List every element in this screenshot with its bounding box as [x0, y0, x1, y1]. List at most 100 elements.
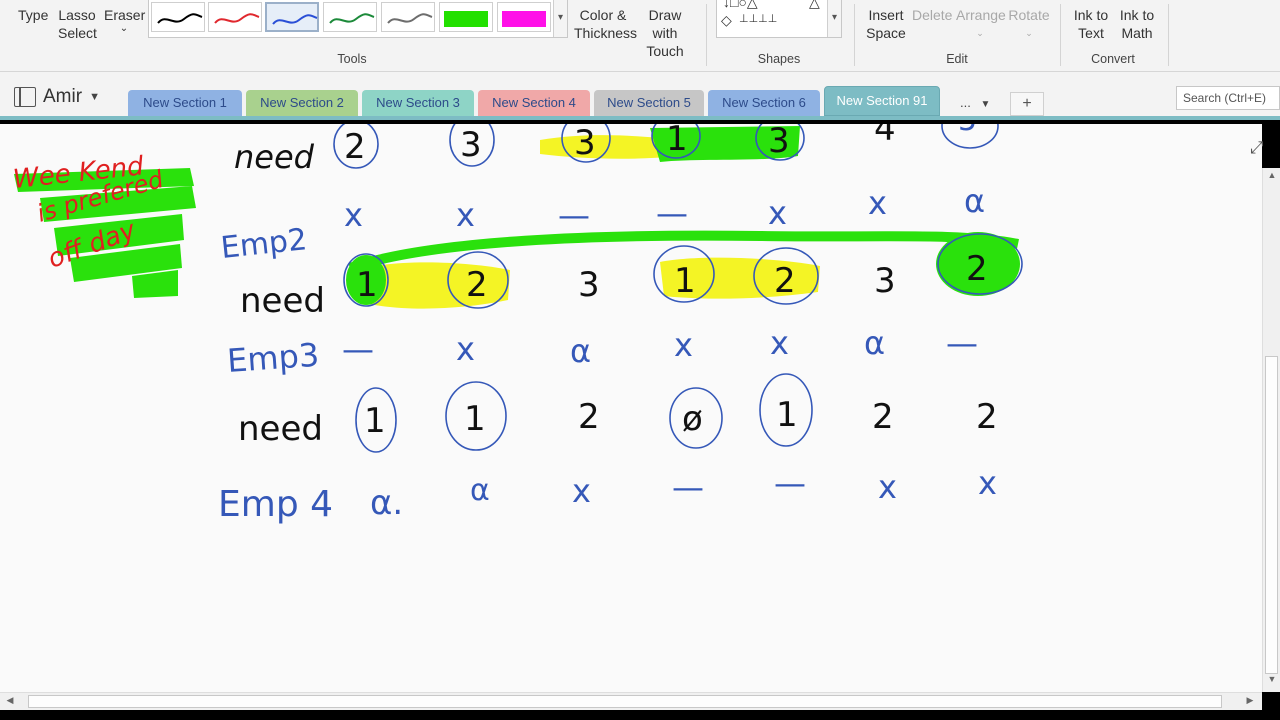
axis-shape-icon[interactable]: ⊥⊥⊥⊥: [739, 12, 777, 25]
svg-text:3: 3: [578, 265, 600, 305]
expand-icon[interactable]: ⤢: [1250, 138, 1264, 158]
insert-space-button[interactable]: Insert Space: [866, 6, 906, 42]
more-sections-button[interactable]: ... ▼: [950, 92, 996, 116]
tools-group-label: Tools: [337, 52, 367, 66]
page-canvas[interactable]: Wee Kend is prefered off day need 2 3 3 …: [0, 124, 1262, 692]
arrange-button[interactable]: Arrange ⌄: [956, 6, 1006, 42]
arrange-label: Arrange: [956, 7, 1006, 23]
vertical-scroll-thumb[interactable]: [1265, 356, 1278, 674]
chevron-down-icon: ▾: [557, 12, 564, 23]
svg-text:α: α: [864, 324, 885, 362]
ink-to-math-button[interactable]: Ink to Math: [1116, 6, 1158, 42]
scroll-down-icon[interactable]: ▼: [1264, 674, 1280, 684]
horizontal-scroll-thumb[interactable]: [28, 695, 1222, 708]
tab-new-section-4[interactable]: New Section 4: [478, 90, 590, 116]
shapes-gallery: ↓□○△ ◇ ⊥⊥⊥⊥ △ ▾: [716, 0, 842, 38]
tab-new-section-1[interactable]: New Section 1: [128, 90, 242, 116]
type-button[interactable]: Type: [18, 6, 48, 24]
lasso-label-2: Select: [58, 25, 97, 41]
svg-text:—: —: [558, 196, 590, 234]
tab-new-section-91[interactable]: New Section 91: [824, 86, 940, 116]
ribbon: Type Lasso Select Eraser ⌄ ▾ Color & Thi…: [0, 0, 1280, 72]
triangle-shape-icon[interactable]: △: [809, 0, 820, 11]
svg-text:x: x: [456, 196, 475, 234]
row-label-need-3: need: [238, 409, 323, 449]
chevron-down-icon: ⌄: [119, 23, 129, 34]
convert-group-label: Convert: [1091, 52, 1135, 66]
search-input[interactable]: Search (Ctrl+E): [1176, 86, 1280, 110]
lasso-label: Lasso: [58, 7, 96, 23]
svg-text:1: 1: [666, 124, 688, 159]
type-label: Type: [18, 7, 49, 23]
svg-text:—: —: [946, 324, 978, 362]
svg-text:x: x: [978, 464, 997, 502]
svg-text:3: 3: [768, 124, 790, 161]
notebook-icon: [14, 87, 36, 107]
draw-touch-label: Draw with: [648, 7, 682, 41]
green-highlight-note-5: [132, 270, 178, 298]
svg-text:1: 1: [356, 265, 378, 305]
insert-space-label: Insert: [868, 7, 904, 23]
tab-new-section-5[interactable]: New Section 5: [594, 90, 704, 116]
edit-group-label: Edit: [946, 52, 968, 66]
svg-text:—: —: [656, 194, 688, 232]
svg-text:α: α: [570, 332, 591, 370]
scroll-up-icon[interactable]: ▲: [1264, 170, 1280, 180]
pen-blue[interactable]: [265, 2, 319, 32]
notebook-selector[interactable]: Amir ▼: [14, 85, 100, 109]
shapes-more-button[interactable]: ▾: [827, 0, 841, 37]
ink-text-label-2: Text: [1078, 25, 1104, 41]
svg-text:x: x: [768, 194, 787, 232]
pen-green[interactable]: [323, 2, 377, 32]
svg-text:x: x: [770, 324, 789, 362]
rotate-button[interactable]: Rotate ⌄: [1008, 6, 1050, 42]
row-label-need-1: need: [234, 138, 315, 176]
eraser-button[interactable]: Eraser ⌄: [104, 6, 145, 34]
svg-text:3: 3: [460, 125, 482, 165]
highlighter-magenta[interactable]: [497, 2, 551, 32]
add-section-button[interactable]: +: [1010, 92, 1044, 116]
ink-to-text-button[interactable]: Ink to Text: [1070, 6, 1112, 42]
svg-text:2: 2: [872, 397, 894, 437]
delete-button[interactable]: Delete: [912, 6, 952, 24]
scroll-left-icon[interactable]: ◀: [2, 695, 18, 706]
horizontal-scrollbar[interactable]: ◀ ▶: [0, 692, 1262, 710]
highlighter-green[interactable]: [439, 2, 493, 32]
svg-text:2: 2: [578, 397, 600, 437]
gallery-more-button[interactable]: ▾: [553, 0, 567, 37]
svg-text:4: 4: [874, 124, 896, 149]
tab-new-section-3[interactable]: New Section 3: [362, 90, 474, 116]
tab-new-section-6[interactable]: New Section 6: [708, 90, 820, 116]
pen-gallery: ▾: [148, 0, 568, 38]
draw-with-touch-button[interactable]: Draw with Touch: [636, 6, 694, 60]
svg-text:x: x: [878, 468, 897, 506]
svg-text:ø: ø: [682, 399, 703, 439]
color-thickness-label: Color &: [579, 7, 627, 23]
svg-text:2: 2: [774, 261, 796, 301]
chevron-down-icon: ▼: [980, 99, 991, 110]
notebook-name: Amir: [43, 86, 83, 107]
svg-text:α.: α.: [370, 483, 403, 523]
vertical-scrollbar[interactable]: ▲ ▼: [1262, 168, 1280, 692]
pen-black[interactable]: [151, 2, 205, 32]
lasso-select-button[interactable]: Lasso Select: [58, 6, 97, 42]
svg-text:2: 2: [344, 127, 366, 167]
diamond-shape-icon[interactable]: ◇: [721, 12, 732, 29]
section-tab-bar: Amir ▼ New Section 1 New Section 2 New S…: [0, 72, 1280, 120]
scroll-right-icon[interactable]: ▶: [1242, 695, 1258, 706]
row-label-emp3: Emp3: [226, 336, 320, 380]
row-label-emp2: Emp2: [219, 222, 308, 266]
shapes-group-label: Shapes: [757, 52, 801, 66]
draw-touch-label-2: Touch: [646, 43, 684, 59]
chevron-down-icon: ▼: [89, 91, 100, 103]
pen-red[interactable]: [208, 2, 262, 32]
pen-gray[interactable]: [381, 2, 435, 32]
svg-text:3: 3: [574, 124, 596, 163]
group-separator: [1168, 4, 1169, 66]
svg-text:—: —: [342, 330, 374, 368]
svg-text:α: α: [470, 473, 490, 508]
color-thickness-button[interactable]: Color & Thickness: [574, 6, 637, 42]
tab-new-section-2[interactable]: New Section 2: [246, 90, 358, 116]
line-shape-icon[interactable]: ↓□○△: [723, 0, 758, 11]
group-separator: [706, 4, 707, 66]
